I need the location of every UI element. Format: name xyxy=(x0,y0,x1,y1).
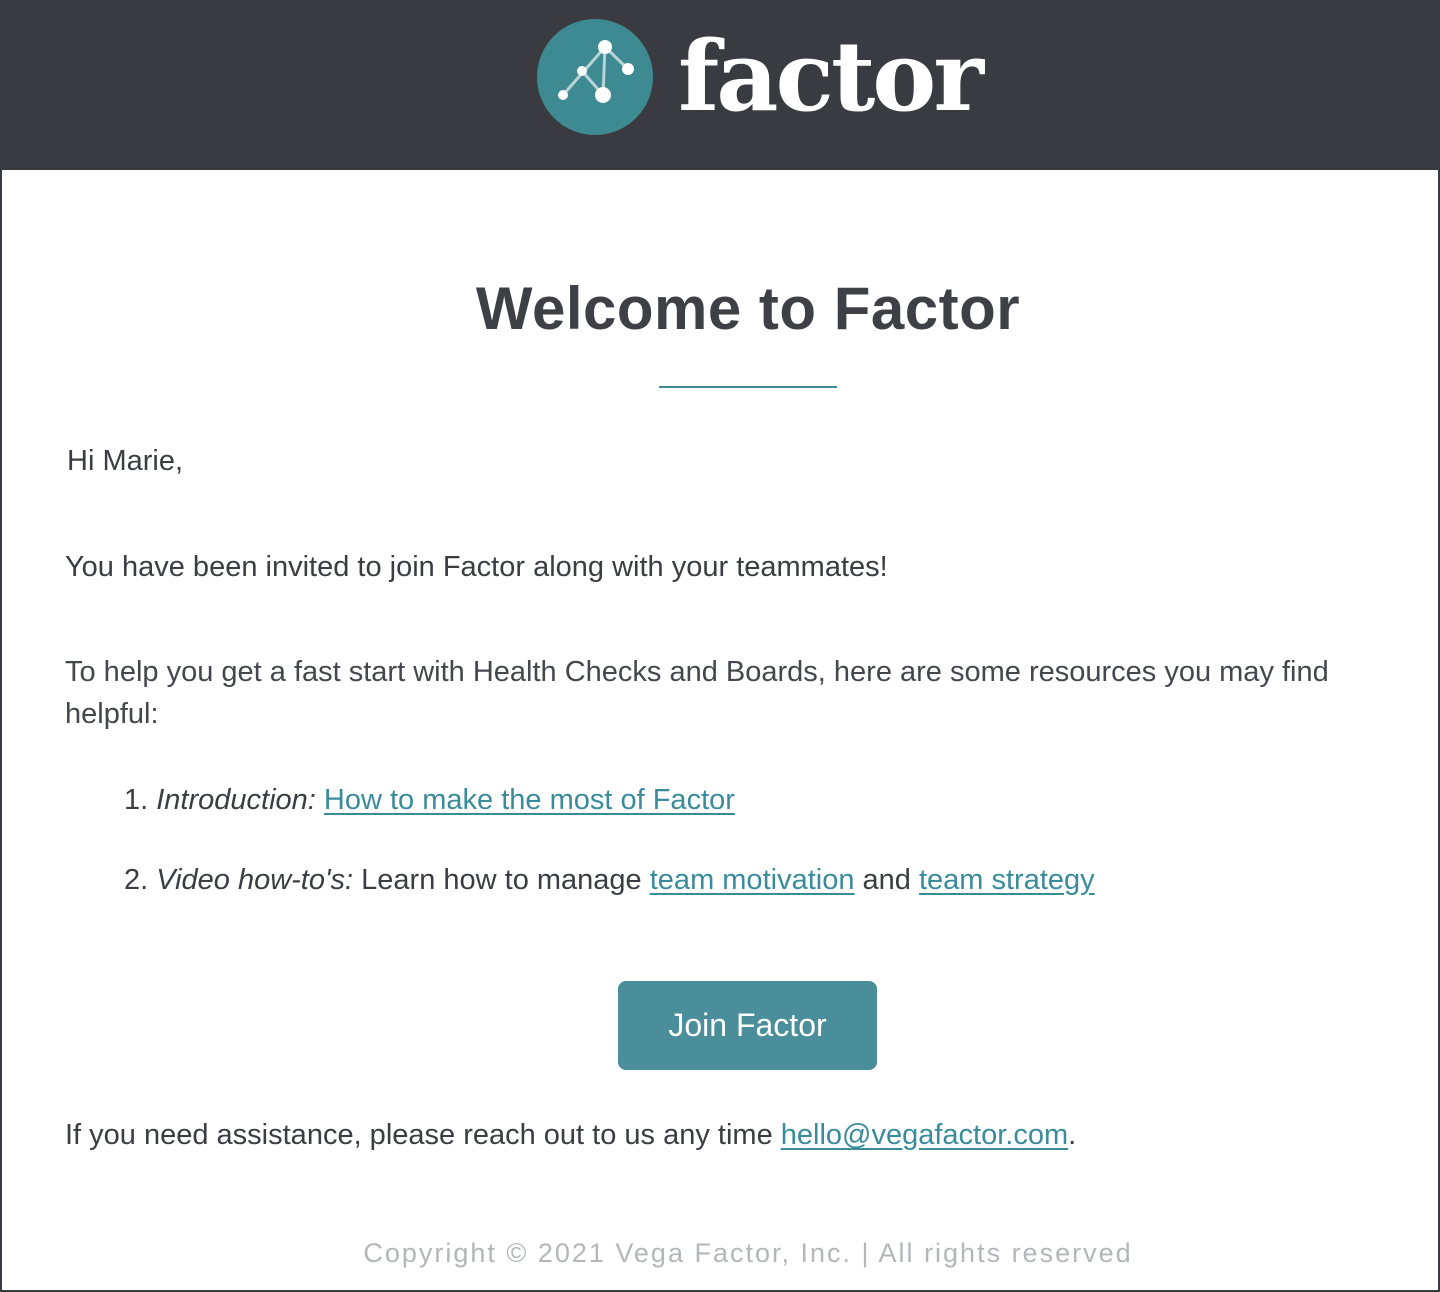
resource-item-video: 2. Video how-to's: Learn how to manage t… xyxy=(124,859,1095,901)
factor-network-icon xyxy=(537,19,653,135)
join-factor-button[interactable]: Join Factor xyxy=(618,981,877,1070)
page-title: Welcome to Factor xyxy=(475,275,1021,342)
team-motivation-link[interactable]: team motivation xyxy=(650,864,855,896)
resources-intro: To help you get a fast start with Health… xyxy=(65,656,1329,730)
title-divider xyxy=(659,386,837,388)
resource-label: Video how-to's: xyxy=(156,864,354,896)
email-header: factor xyxy=(0,0,1440,170)
resource-label: Introduction: xyxy=(156,784,316,816)
email-frame xyxy=(0,0,1440,1292)
resource-number: 2. xyxy=(124,864,149,896)
greeting: Hi Marie, xyxy=(67,445,184,477)
support-email-link[interactable]: hello@vegafactor.com xyxy=(781,1119,1068,1151)
resource-item-introduction: 1. Introduction: How to make the most of… xyxy=(124,779,735,821)
how-to-make-the-most-link[interactable]: How to make the most of Factor xyxy=(324,784,735,816)
resource-text-and: and xyxy=(862,864,911,896)
copyright-footer: Copyright © 2021 Vega Factor, Inc. | All… xyxy=(363,1238,1133,1268)
invite-text: You have been invited to join Factor alo… xyxy=(65,551,888,583)
team-strategy-link[interactable]: team strategy xyxy=(919,864,1095,896)
assistance-period: . xyxy=(1068,1119,1077,1151)
assistance-text: If you need assistance, please reach out… xyxy=(65,1114,1076,1156)
assistance-message: If you need assistance, please reach out… xyxy=(65,1119,773,1151)
resource-text: Learn how to manage xyxy=(361,864,642,896)
factor-logo-text: factor xyxy=(678,20,984,133)
resource-number: 1. xyxy=(124,784,149,816)
